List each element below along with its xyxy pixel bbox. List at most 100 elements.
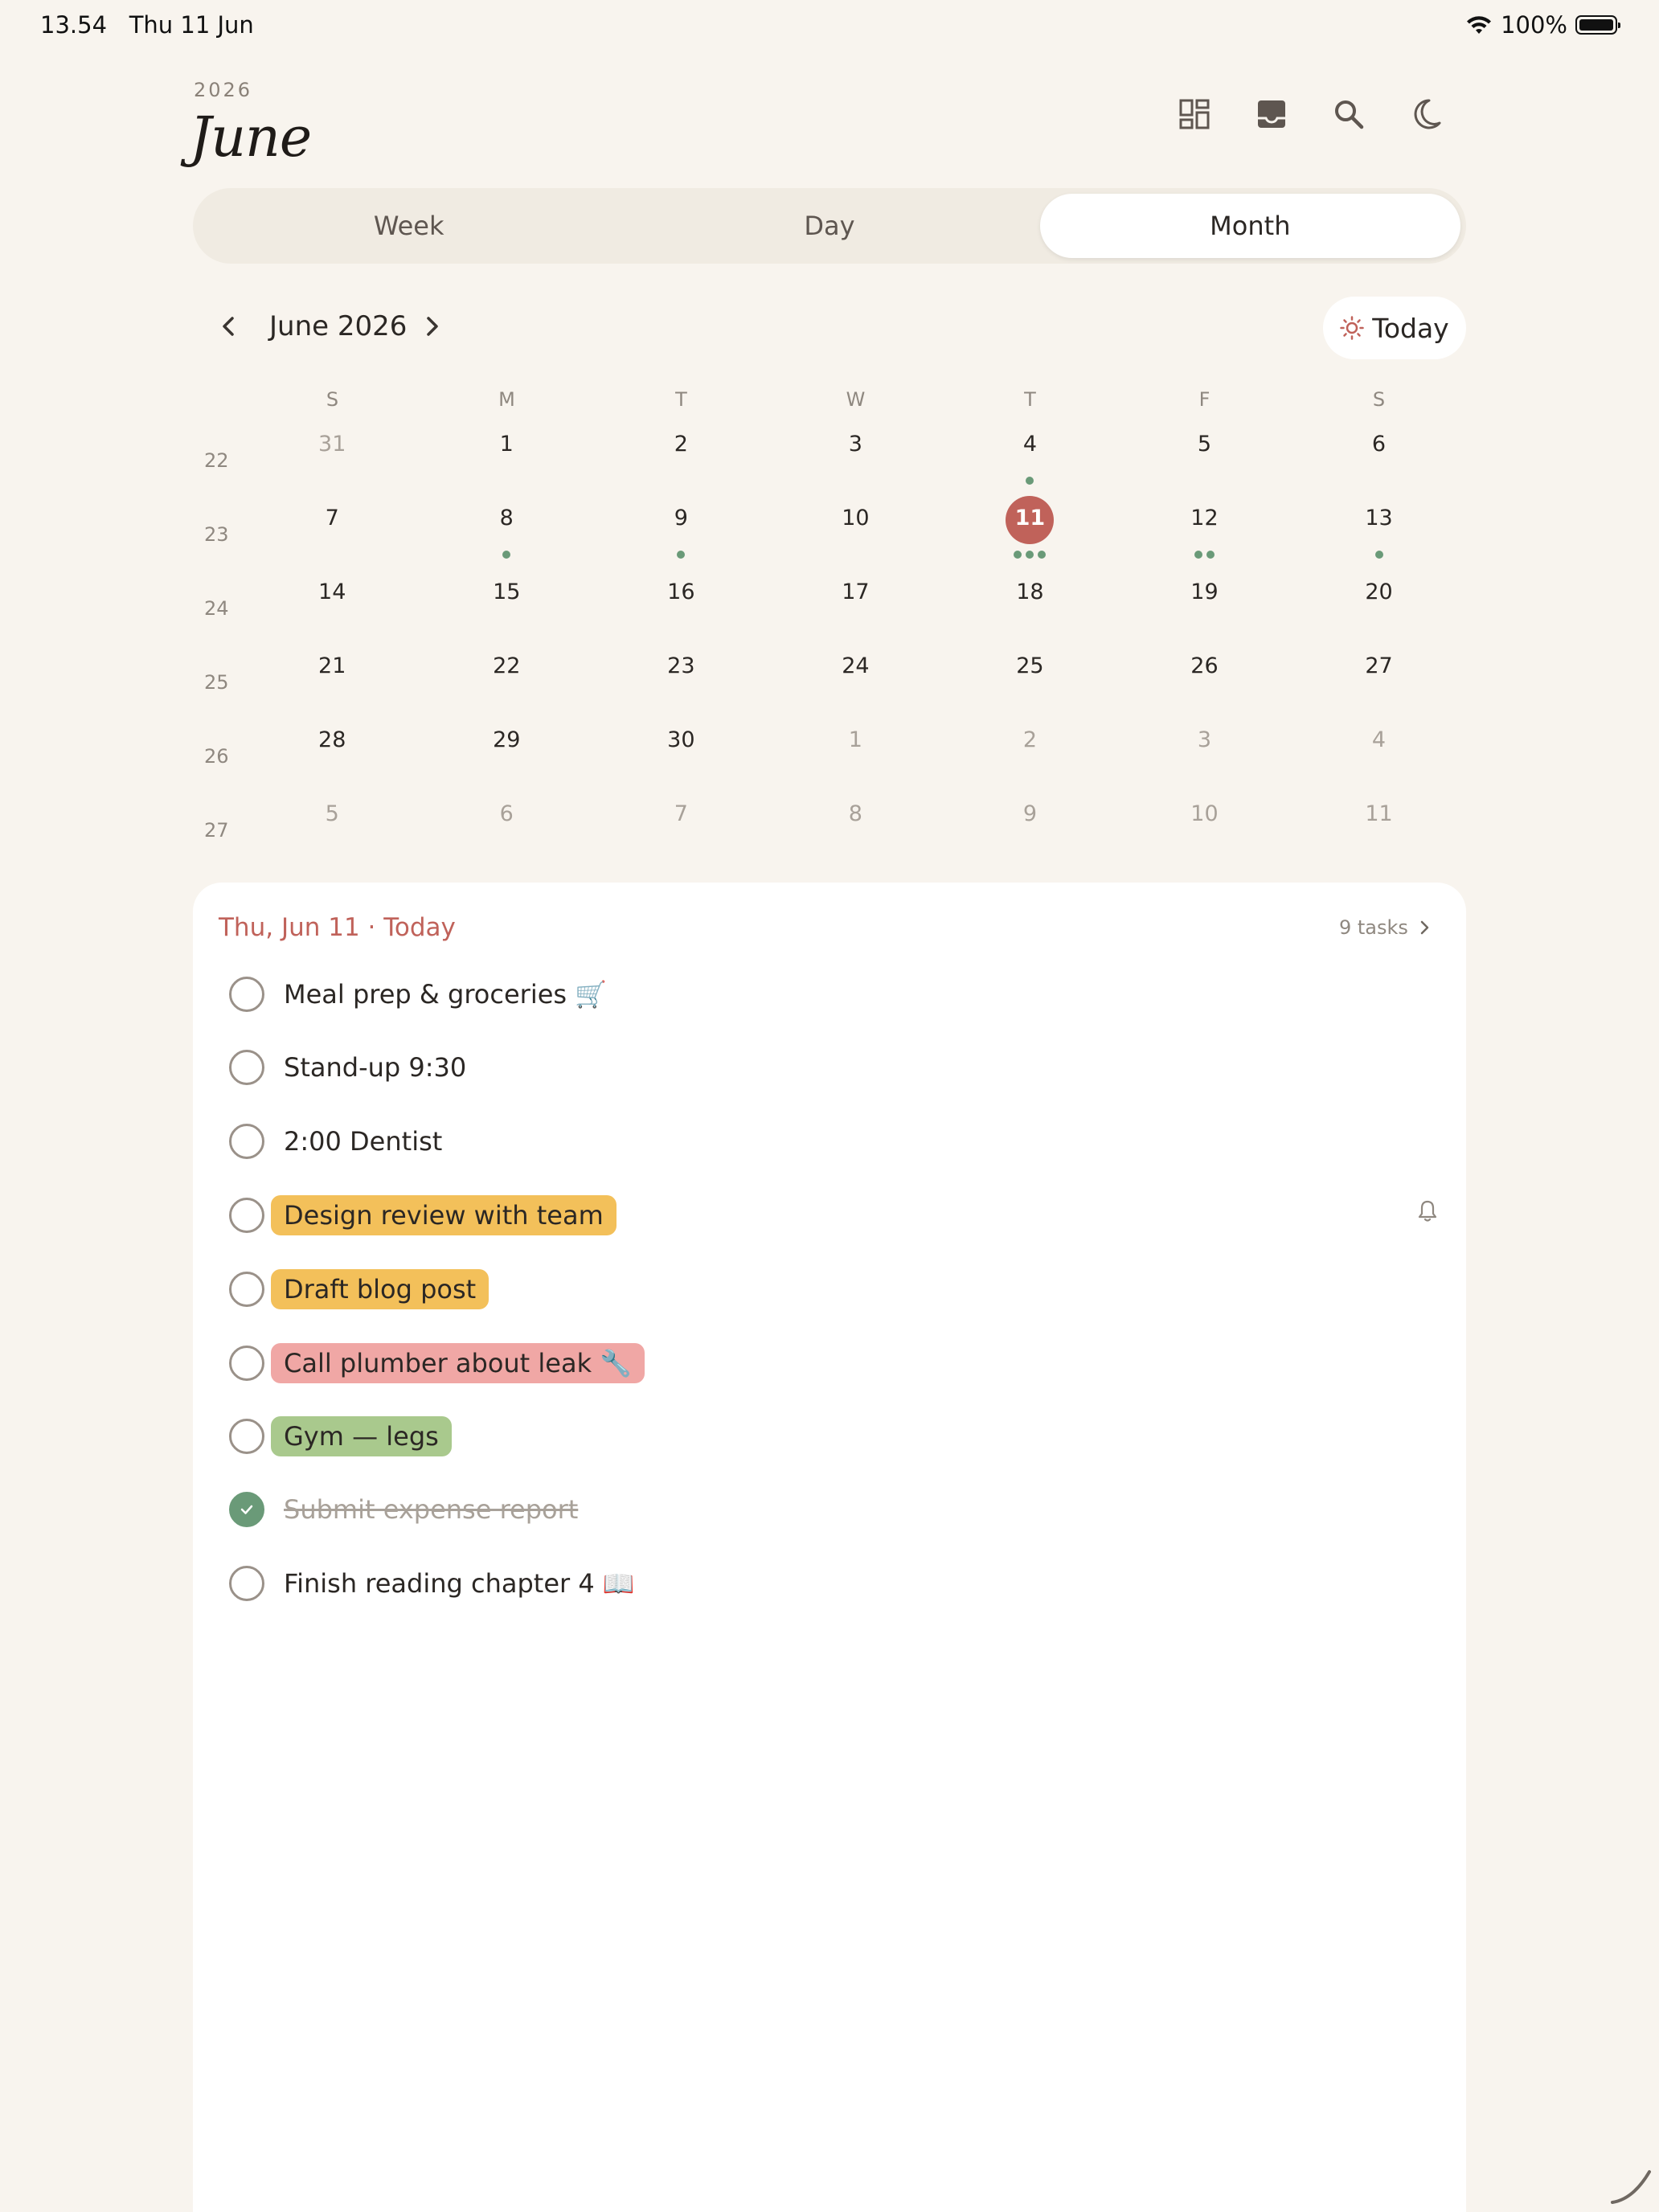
task-row[interactable]: Finish reading chapter 4 📖 bbox=[229, 1555, 648, 1612]
calendar-day[interactable]: 2 bbox=[943, 718, 1117, 792]
task-row[interactable]: Gym — legs bbox=[229, 1408, 452, 1464]
weekday-header-row: SMTWTFS bbox=[245, 378, 1466, 422]
calendar-week-row: 26 28 29 30 1 2 3 4 bbox=[193, 718, 1466, 792]
day-number: 20 bbox=[1365, 580, 1393, 604]
day-number: 3 bbox=[1197, 727, 1212, 752]
day-number: 10 bbox=[1190, 801, 1219, 826]
calendar-day[interactable]: 7 bbox=[245, 496, 420, 570]
calendar-day[interactable]: 2 bbox=[594, 422, 768, 496]
calendar-day[interactable]: 3 bbox=[1117, 718, 1292, 792]
calendar-day[interactable]: 10 bbox=[1117, 792, 1292, 866]
day-number: 25 bbox=[1016, 653, 1044, 678]
checkmark-icon bbox=[240, 1505, 253, 1514]
sun-icon bbox=[1340, 316, 1365, 340]
task-row[interactable]: Call plumber about leak 🔧 bbox=[229, 1335, 645, 1391]
calendar-day[interactable]: 29 bbox=[420, 718, 594, 792]
calendar-day[interactable]: 14 bbox=[245, 570, 420, 644]
day-number: 6 bbox=[499, 801, 514, 826]
calendar-day[interactable]: 27 bbox=[1292, 644, 1466, 718]
calendar-day[interactable]: 23 bbox=[594, 644, 768, 718]
calendar-day[interactable]: 26 bbox=[1117, 644, 1292, 718]
calendar-day[interactable]: 11 bbox=[1292, 792, 1466, 866]
calendar-day[interactable]: 5 bbox=[245, 792, 420, 866]
task-checkbox[interactable] bbox=[229, 1050, 264, 1085]
task-checkbox[interactable] bbox=[229, 1124, 264, 1159]
day-number: 9 bbox=[674, 506, 688, 530]
task-count: 9 tasks bbox=[1339, 916, 1408, 939]
calendar-day[interactable]: 6 bbox=[420, 792, 594, 866]
calendar-day[interactable]: 6 bbox=[1292, 422, 1466, 496]
calendar-day[interactable]: 21 bbox=[245, 644, 420, 718]
calendar-day[interactable]: 1 bbox=[420, 422, 594, 496]
task-count-link[interactable]: 9 tasks bbox=[1339, 916, 1431, 939]
task-checkbox[interactable] bbox=[229, 1198, 264, 1233]
task-row[interactable]: Stand-up 9:30 bbox=[229, 1039, 479, 1096]
day-number: 2 bbox=[674, 432, 688, 457]
task-checkbox[interactable] bbox=[229, 1272, 264, 1307]
calendar-day[interactable]: 24 bbox=[768, 644, 943, 718]
week-number: 24 bbox=[204, 597, 229, 620]
tab-day[interactable]: Day bbox=[619, 194, 1039, 258]
inbox-icon[interactable] bbox=[1251, 93, 1292, 135]
calendar-day[interactable]: 25 bbox=[943, 644, 1117, 718]
search-icon[interactable] bbox=[1328, 93, 1370, 135]
task-row[interactable]: Draft blog post bbox=[229, 1261, 490, 1317]
calendar-day[interactable]: 20 bbox=[1292, 570, 1466, 644]
task-row[interactable]: Design review with team bbox=[229, 1187, 616, 1243]
task-checkbox[interactable] bbox=[229, 977, 264, 1012]
task-row[interactable]: 2:00 Dentist bbox=[229, 1113, 455, 1169]
calendar-day[interactable]: 28 bbox=[245, 718, 420, 792]
task-checkbox[interactable] bbox=[229, 1419, 264, 1454]
calendar-day[interactable]: 19 bbox=[1117, 570, 1292, 644]
task-row[interactable]: Meal prep & groceries 🛒 bbox=[229, 966, 620, 1022]
view-switcher: Week Day Month bbox=[193, 188, 1466, 264]
calendar-day[interactable]: 4 bbox=[1292, 718, 1466, 792]
calendar-day[interactable]: 31 bbox=[245, 422, 420, 496]
day-number: 3 bbox=[848, 432, 862, 457]
calendar-day[interactable]: 12 bbox=[1117, 496, 1292, 570]
calendar-day[interactable]: 22 bbox=[420, 644, 594, 718]
calendar-day[interactable]: 3 bbox=[768, 422, 943, 496]
day-number: 1 bbox=[848, 727, 862, 752]
task-row[interactable]: Submit expense report bbox=[229, 1481, 591, 1538]
calendar-day[interactable]: 13 bbox=[1292, 496, 1466, 570]
battery-icon bbox=[1575, 15, 1620, 35]
calendar-day[interactable]: 18 bbox=[943, 570, 1117, 644]
tab-month[interactable]: Month bbox=[1039, 194, 1460, 258]
calendar-day[interactable]: 9 bbox=[594, 496, 768, 570]
prev-month-button[interactable] bbox=[219, 312, 238, 348]
moon-icon[interactable] bbox=[1405, 93, 1447, 135]
calendar-day[interactable]: 16 bbox=[594, 570, 768, 644]
task-checkbox[interactable] bbox=[229, 1566, 264, 1601]
day-number: 8 bbox=[848, 801, 862, 826]
task-checkbox-checked[interactable] bbox=[229, 1492, 264, 1527]
calendar-day[interactable]: 15 bbox=[420, 570, 594, 644]
chevron-left-icon bbox=[223, 317, 234, 336]
calendar-day[interactable]: 8 bbox=[768, 792, 943, 866]
calendar-day[interactable]: 17 bbox=[768, 570, 943, 644]
calendar-day[interactable]: 1 bbox=[768, 718, 943, 792]
calendar-day[interactable]: 8 bbox=[420, 496, 594, 570]
task-title: Gym — legs bbox=[271, 1416, 452, 1456]
reminder-bell-icon[interactable] bbox=[1416, 1199, 1439, 1223]
calendar-day[interactable]: 9 bbox=[943, 792, 1117, 866]
task-dot bbox=[1206, 551, 1215, 559]
resize-handle-icon[interactable] bbox=[1609, 2162, 1653, 2206]
calendar-day[interactable]: 30 bbox=[594, 718, 768, 792]
calendar-day-today[interactable]: 11 bbox=[943, 496, 1117, 570]
calendar-day[interactable]: 5 bbox=[1117, 422, 1292, 496]
calendar-day[interactable]: 10 bbox=[768, 496, 943, 570]
calendar-day[interactable]: 7 bbox=[594, 792, 768, 866]
day-number: 1 bbox=[499, 432, 514, 457]
next-month-button[interactable] bbox=[423, 312, 442, 348]
chevron-right-icon bbox=[1420, 920, 1429, 935]
weekday-header: T bbox=[675, 388, 687, 411]
today-button[interactable]: Today bbox=[1323, 297, 1466, 359]
tab-week[interactable]: Week bbox=[199, 194, 619, 258]
calendar-day[interactable]: 4 bbox=[943, 422, 1117, 496]
task-title: Submit expense report bbox=[284, 1494, 579, 1525]
day-number: 31 bbox=[318, 432, 346, 457]
widgets-icon[interactable] bbox=[1174, 93, 1215, 135]
task-checkbox[interactable] bbox=[229, 1346, 264, 1381]
calendar-week-row: 24 14 15 16 17 18 19 20 bbox=[193, 570, 1466, 644]
